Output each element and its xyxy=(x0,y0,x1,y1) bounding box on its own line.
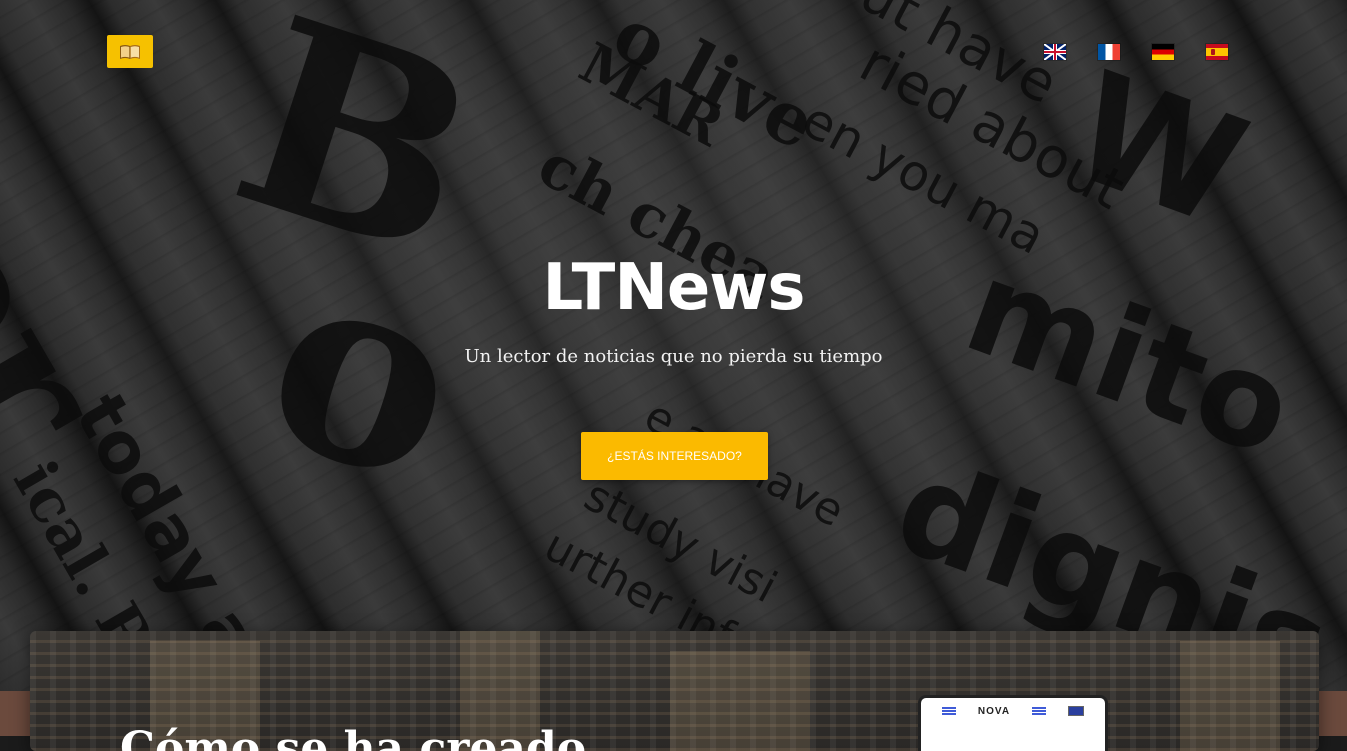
flag-icon xyxy=(1067,706,1084,716)
interested-button[interactable]: ¿ESTÁS INTERESADO? xyxy=(581,432,768,480)
flag-es-icon[interactable] xyxy=(1206,44,1228,60)
mockup-navbar: NOVA xyxy=(921,698,1105,724)
city-building xyxy=(1180,641,1280,751)
logo-button[interactable] xyxy=(107,35,153,68)
city-building xyxy=(670,651,810,751)
flag-fr-icon[interactable] xyxy=(1098,44,1120,60)
language-switcher xyxy=(1044,44,1228,60)
mockup-brand: NOVA xyxy=(977,705,1011,717)
phone-mockup: NOVA xyxy=(918,695,1108,751)
section-heading: Cómo se ha creado xyxy=(120,723,587,751)
flag-uk-icon[interactable] xyxy=(1044,44,1066,60)
menu-icon xyxy=(1032,707,1047,715)
hero-subtitle: Un lector de noticias que no pierda su t… xyxy=(464,346,883,367)
menu-icon xyxy=(941,707,956,715)
how-it-was-made-card: Cómo se ha creado NOVA xyxy=(30,631,1319,751)
hero-title: LTNews xyxy=(542,251,805,325)
flag-de-icon[interactable] xyxy=(1152,44,1174,60)
book-icon xyxy=(120,44,140,59)
